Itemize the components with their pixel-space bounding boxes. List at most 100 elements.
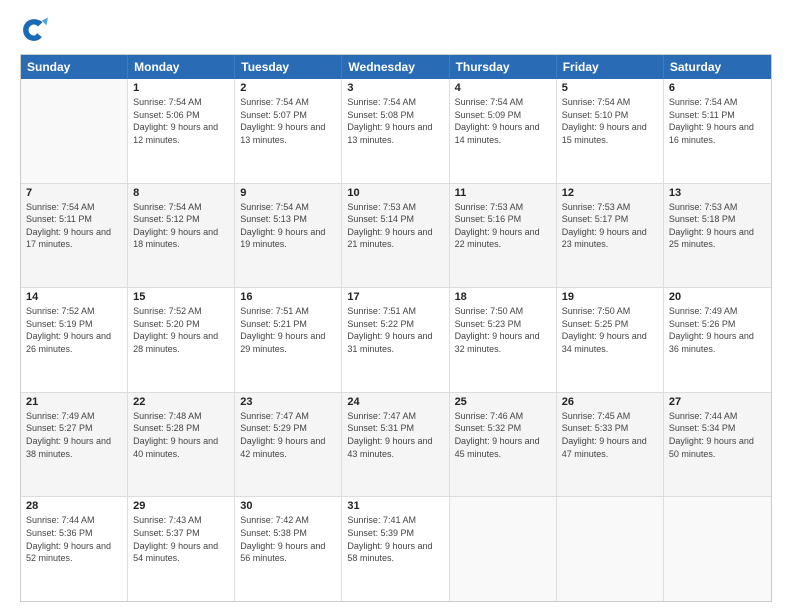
calendar-cell: 9 Sunrise: 7:54 AMSunset: 5:13 PMDaylight…: [235, 184, 342, 288]
calendar-row: 1Sunrise: 7:54 AMSunset: 5:06 PMDaylight…: [21, 79, 771, 184]
calendar-cell: 22Sunrise: 7:48 AMSunset: 5:28 PMDayligh…: [128, 393, 235, 497]
header-cell-sunday: Sunday: [21, 55, 128, 79]
logo-icon: [20, 16, 48, 44]
calendar-cell: 6 Sunrise: 7:54 AMSunset: 5:11 PMDaylight…: [664, 79, 771, 183]
calendar-cell: 20 Sunrise: 7:49 AMSunset: 5:26 PMDayligh…: [664, 288, 771, 392]
day-info: Sunrise: 7:49 AMSunset: 5:26 PMDaylight:…: [669, 305, 766, 355]
calendar-cell: 1Sunrise: 7:54 AMSunset: 5:06 PMDaylight…: [128, 79, 235, 183]
calendar-cell: 27 Sunrise: 7:44 AMSunset: 5:34 PMDayligh…: [664, 393, 771, 497]
calendar-cell: [664, 497, 771, 601]
header-cell-saturday: Saturday: [664, 55, 771, 79]
day-number: 31: [347, 500, 443, 512]
day-number: 11: [455, 187, 551, 199]
calendar-cell: 19 Sunrise: 7:50 AMSunset: 5:25 PMDayligh…: [557, 288, 664, 392]
calendar-cell: 21 Sunrise: 7:49 AMSunset: 5:27 PMDayligh…: [21, 393, 128, 497]
day-info: Sunrise: 7:53 AMSunset: 5:14 PMDaylight:…: [347, 201, 443, 251]
day-number: 24: [347, 396, 443, 408]
calendar-cell: 4Sunrise: 7:54 AMSunset: 5:09 PMDaylight…: [450, 79, 557, 183]
calendar-row: 7 Sunrise: 7:54 AMSunset: 5:11 PMDaylight…: [21, 184, 771, 289]
header-cell-monday: Monday: [128, 55, 235, 79]
calendar-cell: 12 Sunrise: 7:53 AMSunset: 5:17 PMDayligh…: [557, 184, 664, 288]
day-info: Sunrise: 7:42 AMSunset: 5:38 PMDaylight:…: [240, 514, 336, 564]
calendar-header: SundayMondayTuesdayWednesdayThursdayFrid…: [21, 55, 771, 79]
header-cell-thursday: Thursday: [450, 55, 557, 79]
header-cell-tuesday: Tuesday: [235, 55, 342, 79]
calendar-page: SundayMondayTuesdayWednesdayThursdayFrid…: [0, 0, 792, 612]
day-info: Sunrise: 7:49 AMSunset: 5:27 PMDaylight:…: [26, 410, 122, 460]
day-number: 12: [562, 187, 658, 199]
day-info: Sunrise: 7:51 AMSunset: 5:21 PMDaylight:…: [240, 305, 336, 355]
day-number: 19: [562, 291, 658, 303]
day-info: Sunrise: 7:54 AMSunset: 5:11 PMDaylight:…: [26, 201, 122, 251]
calendar-cell: 31Sunrise: 7:41 AMSunset: 5:39 PMDayligh…: [342, 497, 449, 601]
day-number: 16: [240, 291, 336, 303]
day-number: 21: [26, 396, 122, 408]
day-info: Sunrise: 7:54 AMSunset: 5:13 PMDaylight:…: [240, 201, 336, 251]
day-info: Sunrise: 7:44 AMSunset: 5:36 PMDaylight:…: [26, 514, 122, 564]
day-info: Sunrise: 7:48 AMSunset: 5:28 PMDaylight:…: [133, 410, 229, 460]
day-info: Sunrise: 7:53 AMSunset: 5:17 PMDaylight:…: [562, 201, 658, 251]
day-info: Sunrise: 7:45 AMSunset: 5:33 PMDaylight:…: [562, 410, 658, 460]
calendar-cell: 11 Sunrise: 7:53 AMSunset: 5:16 PMDayligh…: [450, 184, 557, 288]
calendar-cell: 7 Sunrise: 7:54 AMSunset: 5:11 PMDaylight…: [21, 184, 128, 288]
calendar-cell: 30Sunrise: 7:42 AMSunset: 5:38 PMDayligh…: [235, 497, 342, 601]
calendar-cell: 18Sunrise: 7:50 AMSunset: 5:23 PMDayligh…: [450, 288, 557, 392]
day-number: 9: [240, 187, 336, 199]
calendar-cell: 23 Sunrise: 7:47 AMSunset: 5:29 PMDayligh…: [235, 393, 342, 497]
day-info: Sunrise: 7:43 AMSunset: 5:37 PMDaylight:…: [133, 514, 229, 564]
day-number: 10: [347, 187, 443, 199]
day-info: Sunrise: 7:54 AMSunset: 5:08 PMDaylight:…: [347, 96, 443, 146]
header: [20, 16, 772, 44]
day-number: 27: [669, 396, 766, 408]
day-number: 23: [240, 396, 336, 408]
calendar-cell: 13 Sunrise: 7:53 AMSunset: 5:18 PMDayligh…: [664, 184, 771, 288]
calendar-cell: 28 Sunrise: 7:44 AMSunset: 5:36 PMDayligh…: [21, 497, 128, 601]
day-info: Sunrise: 7:47 AMSunset: 5:31 PMDaylight:…: [347, 410, 443, 460]
day-info: Sunrise: 7:50 AMSunset: 5:23 PMDaylight:…: [455, 305, 551, 355]
day-number: 29: [133, 500, 229, 512]
day-number: 13: [669, 187, 766, 199]
day-number: 7: [26, 187, 122, 199]
day-number: 28: [26, 500, 122, 512]
day-info: Sunrise: 7:54 AMSunset: 5:11 PMDaylight:…: [669, 96, 766, 146]
day-info: Sunrise: 7:54 AMSunset: 5:12 PMDaylight:…: [133, 201, 229, 251]
calendar-row: 14 Sunrise: 7:52 AMSunset: 5:19 PMDayligh…: [21, 288, 771, 393]
day-number: 2: [240, 82, 336, 94]
day-number: 14: [26, 291, 122, 303]
calendar-cell: 5 Sunrise: 7:54 AMSunset: 5:10 PMDaylight…: [557, 79, 664, 183]
day-number: 25: [455, 396, 551, 408]
day-info: Sunrise: 7:51 AMSunset: 5:22 PMDaylight:…: [347, 305, 443, 355]
calendar-cell: 16 Sunrise: 7:51 AMSunset: 5:21 PMDayligh…: [235, 288, 342, 392]
day-info: Sunrise: 7:54 AMSunset: 5:09 PMDaylight:…: [455, 96, 551, 146]
day-number: 1: [133, 82, 229, 94]
day-info: Sunrise: 7:46 AMSunset: 5:32 PMDaylight:…: [455, 410, 551, 460]
day-info: Sunrise: 7:52 AMSunset: 5:19 PMDaylight:…: [26, 305, 122, 355]
calendar-cell: [21, 79, 128, 183]
calendar: SundayMondayTuesdayWednesdayThursdayFrid…: [20, 54, 772, 602]
day-number: 8: [133, 187, 229, 199]
day-number: 3: [347, 82, 443, 94]
day-info: Sunrise: 7:53 AMSunset: 5:16 PMDaylight:…: [455, 201, 551, 251]
day-info: Sunrise: 7:44 AMSunset: 5:34 PMDaylight:…: [669, 410, 766, 460]
day-number: 17: [347, 291, 443, 303]
day-number: 6: [669, 82, 766, 94]
calendar-cell: 8 Sunrise: 7:54 AMSunset: 5:12 PMDaylight…: [128, 184, 235, 288]
calendar-cell: 3 Sunrise: 7:54 AMSunset: 5:08 PMDaylight…: [342, 79, 449, 183]
calendar-body: 1Sunrise: 7:54 AMSunset: 5:06 PMDaylight…: [21, 79, 771, 601]
day-number: 15: [133, 291, 229, 303]
logo: [20, 16, 52, 44]
day-info: Sunrise: 7:47 AMSunset: 5:29 PMDaylight:…: [240, 410, 336, 460]
calendar-cell: 14 Sunrise: 7:52 AMSunset: 5:19 PMDayligh…: [21, 288, 128, 392]
day-number: 20: [669, 291, 766, 303]
calendar-cell: 10 Sunrise: 7:53 AMSunset: 5:14 PMDayligh…: [342, 184, 449, 288]
day-info: Sunrise: 7:52 AMSunset: 5:20 PMDaylight:…: [133, 305, 229, 355]
day-number: 5: [562, 82, 658, 94]
calendar-row: 21 Sunrise: 7:49 AMSunset: 5:27 PMDayligh…: [21, 393, 771, 498]
day-info: Sunrise: 7:53 AMSunset: 5:18 PMDaylight:…: [669, 201, 766, 251]
calendar-cell: 24 Sunrise: 7:47 AMSunset: 5:31 PMDayligh…: [342, 393, 449, 497]
day-info: Sunrise: 7:50 AMSunset: 5:25 PMDaylight:…: [562, 305, 658, 355]
day-info: Sunrise: 7:54 AMSunset: 5:10 PMDaylight:…: [562, 96, 658, 146]
calendar-cell: 15 Sunrise: 7:52 AMSunset: 5:20 PMDayligh…: [128, 288, 235, 392]
calendar-cell: 26Sunrise: 7:45 AMSunset: 5:33 PMDayligh…: [557, 393, 664, 497]
day-info: Sunrise: 7:54 AMSunset: 5:07 PMDaylight:…: [240, 96, 336, 146]
